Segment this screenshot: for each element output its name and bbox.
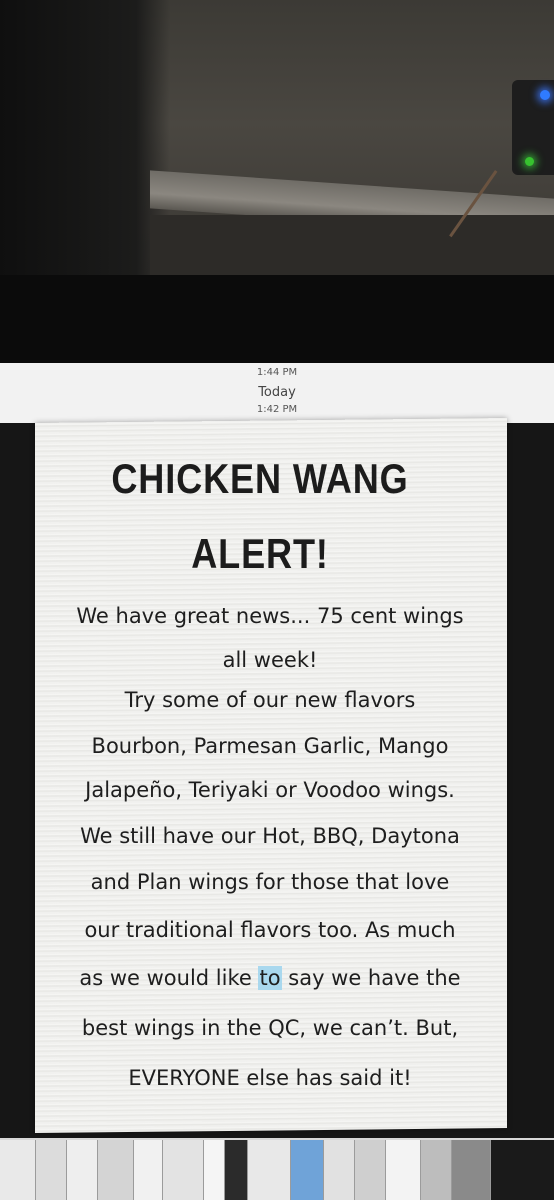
flyer-text-line: We still have our Hot, BBQ, Daytona xyxy=(80,824,460,848)
thumbnail[interactable] xyxy=(386,1140,421,1200)
flyer-text-line: best wings in the QC, we can’t. But, xyxy=(81,1016,459,1040)
wall-lower xyxy=(150,215,554,275)
day-label: Today xyxy=(258,385,296,400)
room-background xyxy=(0,0,554,275)
flyer-text-line: all week! xyxy=(222,648,318,672)
timestamp-top: 1:44 PM xyxy=(256,367,298,378)
thumbnail[interactable] xyxy=(324,1140,355,1200)
thumbnail[interactable] xyxy=(291,1140,324,1200)
flyer-text-line: Try some of our new flavors xyxy=(124,688,416,712)
green-led-light xyxy=(525,157,534,166)
flyer-text-line: We have great news... 75 cent wings xyxy=(76,604,464,628)
monitor-bezel xyxy=(0,275,554,363)
flyer-text-line: as we would like to say we have the xyxy=(10,966,530,990)
flyer-text-line: Jalapeño, Teriyaki or Voodoo wings. xyxy=(85,778,455,802)
thumbnail[interactable] xyxy=(67,1140,98,1200)
chat-header: 1:44 PM Today 1:42 PM xyxy=(0,363,554,423)
flyer-title-line1: CHICKEN WANG xyxy=(111,455,409,502)
flyer-text-line: EVERYONE else has said it! xyxy=(128,1066,412,1090)
thumbnail[interactable] xyxy=(204,1140,225,1200)
thumbnail[interactable] xyxy=(225,1140,248,1200)
thumbnail[interactable] xyxy=(36,1140,67,1200)
thumbnail[interactable] xyxy=(0,1140,36,1200)
thumbnail[interactable] xyxy=(134,1140,163,1200)
text-segment: as we would like xyxy=(79,966,259,990)
thumbnail[interactable] xyxy=(355,1140,386,1200)
text-segment: say we have the xyxy=(281,966,461,990)
blue-led-light xyxy=(540,90,550,100)
dark-furniture xyxy=(0,0,170,275)
flyer-text-line: and Plan wings for those that love xyxy=(90,870,450,894)
thumbnail[interactable] xyxy=(491,1140,554,1200)
flyer-text-line: Bourbon, Parmesan Garlic, Mango xyxy=(91,734,449,758)
flyer-text-line: our traditional flavors too. As much xyxy=(84,918,456,942)
thumbnail[interactable] xyxy=(452,1140,491,1200)
thumbnail[interactable] xyxy=(421,1140,452,1200)
thumbnail[interactable] xyxy=(248,1140,291,1200)
timestamp-bottom: 1:42 PM xyxy=(256,404,298,415)
flyer-title-line2: ALERT! xyxy=(191,530,329,577)
thumbnail[interactable] xyxy=(163,1140,204,1200)
selected-text: to xyxy=(258,966,282,990)
thumbnail[interactable] xyxy=(98,1140,134,1200)
